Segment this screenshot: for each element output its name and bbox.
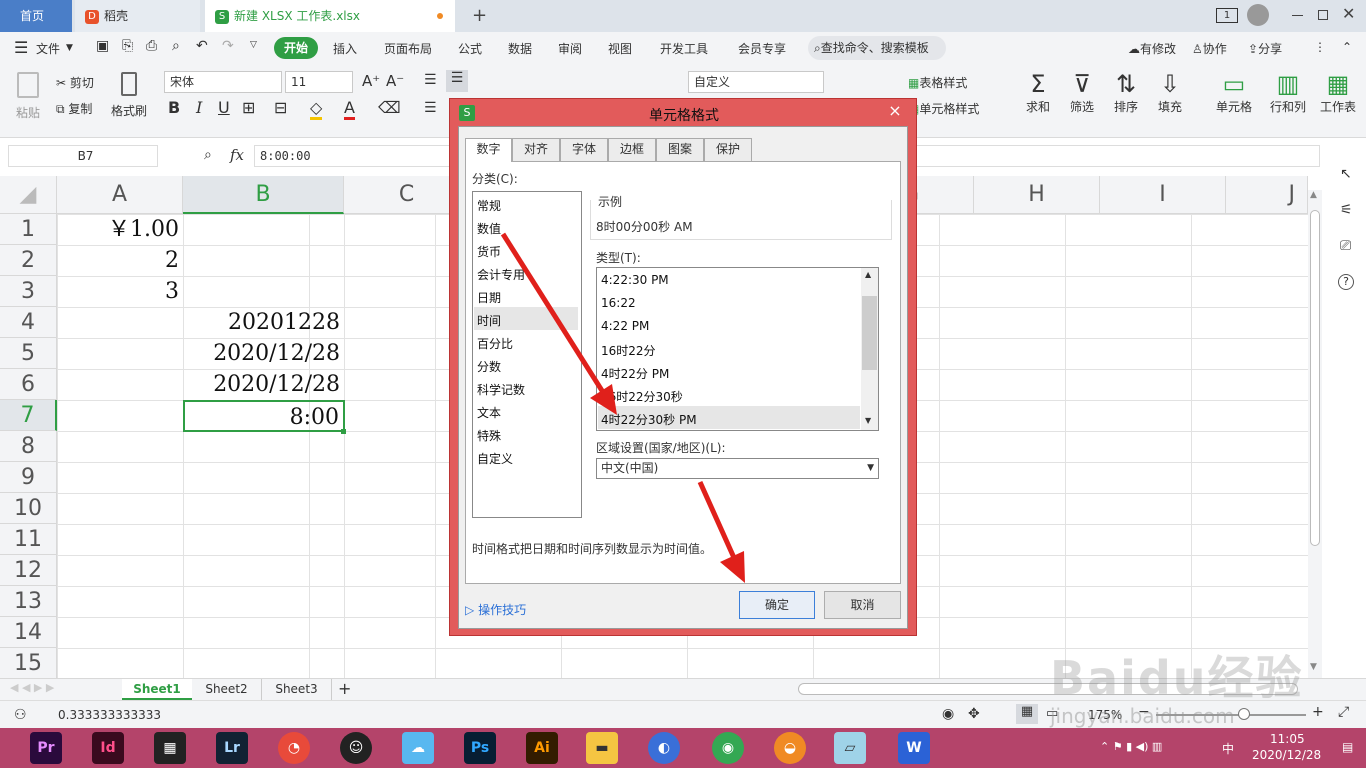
chrome-alt-icon[interactable]: ◔	[278, 732, 310, 764]
fullscreen-icon[interactable]: ⤢	[1338, 704, 1349, 720]
video-icon[interactable]: ▦	[154, 732, 186, 764]
cloud-app-icon[interactable]: ☁	[402, 732, 434, 764]
normal-view-icon[interactable]: ▦	[1016, 704, 1038, 724]
add-sheet-icon[interactable]: +	[338, 679, 351, 698]
windows-taskbar: Pr Id ▦ Lr ◔ ☺ ☁ Ps Ai ▬ ◐ ◉ ◒ ▱ W ⌃ ⚑ ▮…	[0, 728, 1366, 768]
ime-indicator[interactable]: 中	[1222, 740, 1234, 757]
sheet-tab-1[interactable]: Sheet1	[122, 679, 192, 700]
fox-icon[interactable]: ◒	[774, 732, 806, 764]
explorer-icon[interactable]: ▬	[586, 732, 618, 764]
illustrator-icon[interactable]: Ai	[526, 732, 558, 764]
macro-icon[interactable]: ⚇	[14, 707, 27, 723]
notification-icon[interactable]: ▤	[1342, 740, 1353, 754]
photoshop-icon[interactable]: Ps	[464, 732, 496, 764]
notes-icon[interactable]: ▱	[834, 732, 866, 764]
zoom-in-icon[interactable]: +	[1312, 704, 1324, 720]
browser-icon[interactable]: ◐	[648, 732, 680, 764]
arrow-to-ok	[697, 480, 738, 562]
premiere-icon[interactable]: Pr	[30, 732, 62, 764]
wps-icon[interactable]: W	[898, 732, 930, 764]
qq-icon[interactable]: ☺	[340, 732, 372, 764]
freeze-icon[interactable]: ✥	[968, 706, 980, 722]
indesign-icon[interactable]: Id	[92, 732, 124, 764]
chrome-icon[interactable]: ◉	[712, 732, 744, 764]
sheet-tab-2[interactable]: Sheet2	[192, 679, 262, 700]
status-value: 0.333333333333	[58, 708, 162, 722]
baidu-watermark: Baidu经验	[1050, 651, 1304, 705]
zoom-slider-knob[interactable]	[1238, 708, 1250, 720]
lightroom-icon[interactable]: Lr	[216, 732, 248, 764]
clock-time[interactable]: 11:05	[1270, 732, 1305, 746]
tray-icons[interactable]: ⌃ ⚑ ▮ ◀) ▥	[1100, 740, 1162, 753]
clock-date[interactable]: 2020/12/28	[1252, 748, 1321, 762]
sheet-nav-icon[interactable]: ◀ ◀ ▶ ▶	[10, 681, 54, 694]
eye-protection-icon[interactable]: ◉	[942, 706, 954, 722]
sheet-tab-3[interactable]: Sheet3	[262, 679, 332, 700]
arrow-to-type	[500, 232, 609, 399]
baidu-watermark-url: jingyan.baidu.com	[1050, 704, 1235, 728]
